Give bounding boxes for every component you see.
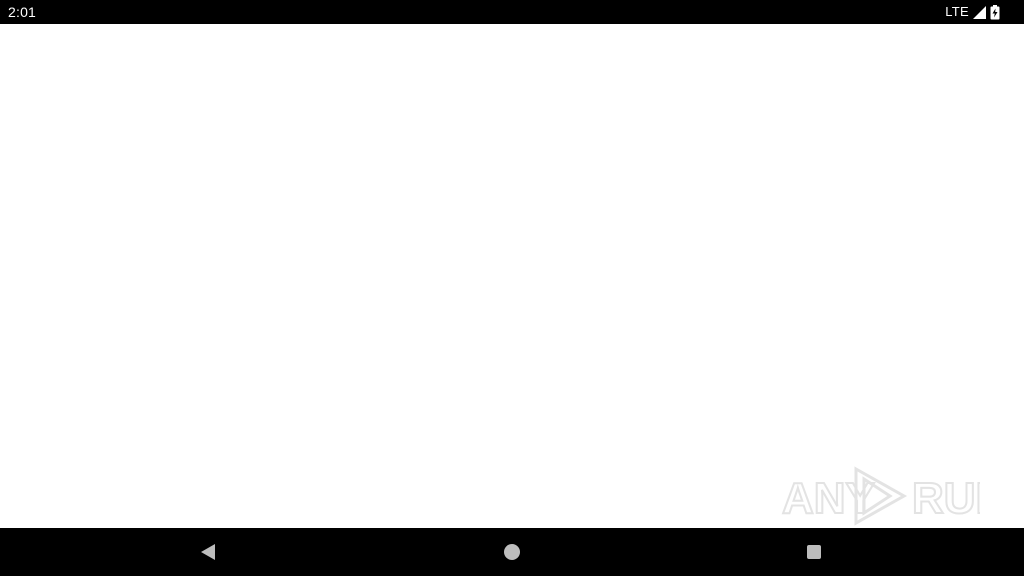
status-time: 2:01 xyxy=(8,4,37,20)
recents-button[interactable] xyxy=(790,528,838,576)
home-icon xyxy=(504,544,520,560)
screen: 2:01 LTE ANY RUN xyxy=(0,0,1024,576)
network-type: LTE xyxy=(945,4,969,19)
back-button[interactable] xyxy=(184,528,232,576)
back-icon xyxy=(201,544,215,560)
play-logo-icon xyxy=(854,466,908,526)
watermark-text-right: RUN xyxy=(912,474,980,523)
navigation-bar xyxy=(0,528,1024,576)
home-button[interactable] xyxy=(488,528,536,576)
status-indicators: LTE xyxy=(945,3,1000,21)
status-bar: 2:01 LTE xyxy=(0,0,1024,24)
recents-icon xyxy=(807,545,821,559)
signal-icon xyxy=(973,5,986,19)
app-content[interactable] xyxy=(0,24,1024,528)
anyrun-watermark: ANY RUN xyxy=(780,463,1008,527)
watermark-text-left: ANY xyxy=(782,474,875,523)
battery-icon xyxy=(990,4,1000,20)
